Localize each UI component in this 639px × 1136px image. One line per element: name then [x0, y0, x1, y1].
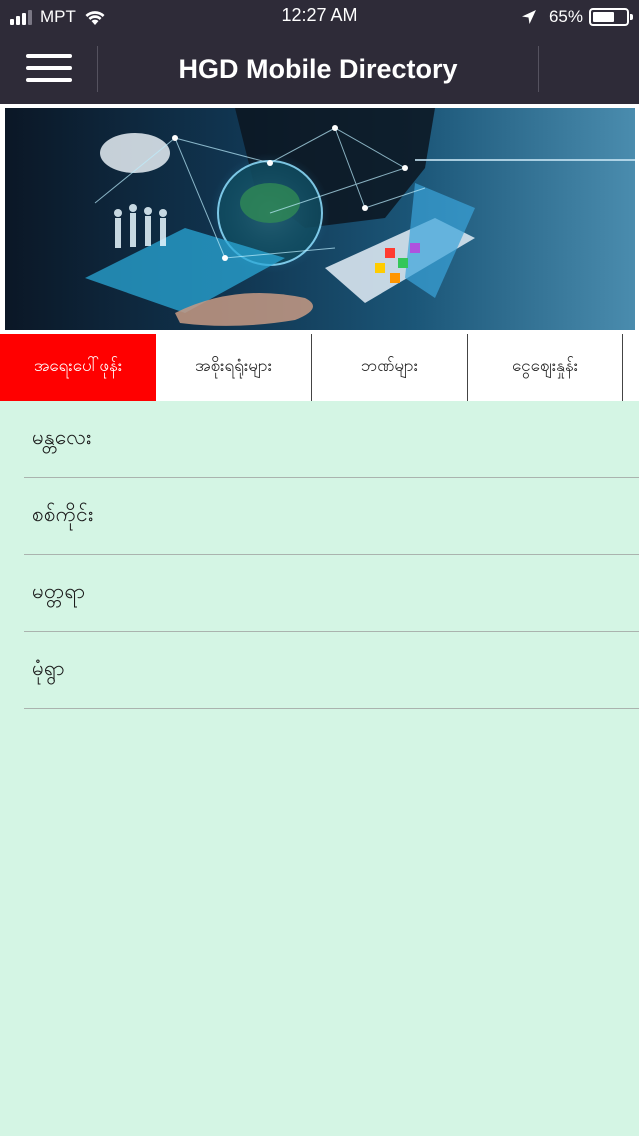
list-item[interactable]: မတ္တရာ: [24, 555, 639, 632]
status-right: 65%: [521, 6, 633, 28]
list-item[interactable]: မုံရွာ: [24, 632, 639, 709]
list-item[interactable]: မန္တလေး: [24, 401, 639, 478]
tab-banks[interactable]: ဘဏ်များ: [312, 334, 468, 401]
nav-bar: HGD Mobile Directory: [0, 34, 639, 104]
nav-divider-right: [538, 46, 539, 92]
battery-icon: [589, 8, 633, 26]
tab-label: ငွေဈေးနှုန်း: [511, 356, 579, 376]
list-item-label: မန္တလေး: [32, 424, 92, 449]
region-list: မန္တလေး စစ်ကိုင်း မတ္တရာ မုံရွာ: [0, 401, 639, 709]
status-bar: MPT 12:27 AM 65%: [0, 0, 639, 34]
list-item-label: မုံရွာ: [32, 655, 65, 680]
tab-label: အရေးပေါ်ဖုန်း: [33, 356, 123, 376]
battery-percent: 65%: [548, 7, 583, 26]
tab-exchange-rates[interactable]: ငွေဈေးနှုန်း: [468, 334, 623, 401]
list-item-label: မတ္တရာ: [32, 578, 86, 603]
banner-image: [5, 108, 635, 330]
tab-label: အစိုးရရုံးများ: [194, 356, 273, 376]
category-tabs: အရေးပေါ်ဖုန်း အစိုးရရုံးများ ဘဏ်များ ငွေ…: [0, 334, 639, 401]
tab-emergency-phones[interactable]: အရေးပေါ်ဖုန်း: [0, 334, 156, 401]
list-item[interactable]: စစ်ကိုင်း: [24, 478, 639, 555]
page-title: HGD Mobile Directory: [178, 54, 458, 84]
tab-label: ဘဏ်များ: [360, 356, 419, 376]
battery-fill: [593, 12, 614, 22]
list-item-label: စစ်ကိုင်း: [32, 501, 94, 526]
banner-container: [0, 104, 639, 334]
tab-government-offices[interactable]: အစိုးရရုံးများ: [156, 334, 312, 401]
location-arrow-icon: [521, 10, 536, 24]
